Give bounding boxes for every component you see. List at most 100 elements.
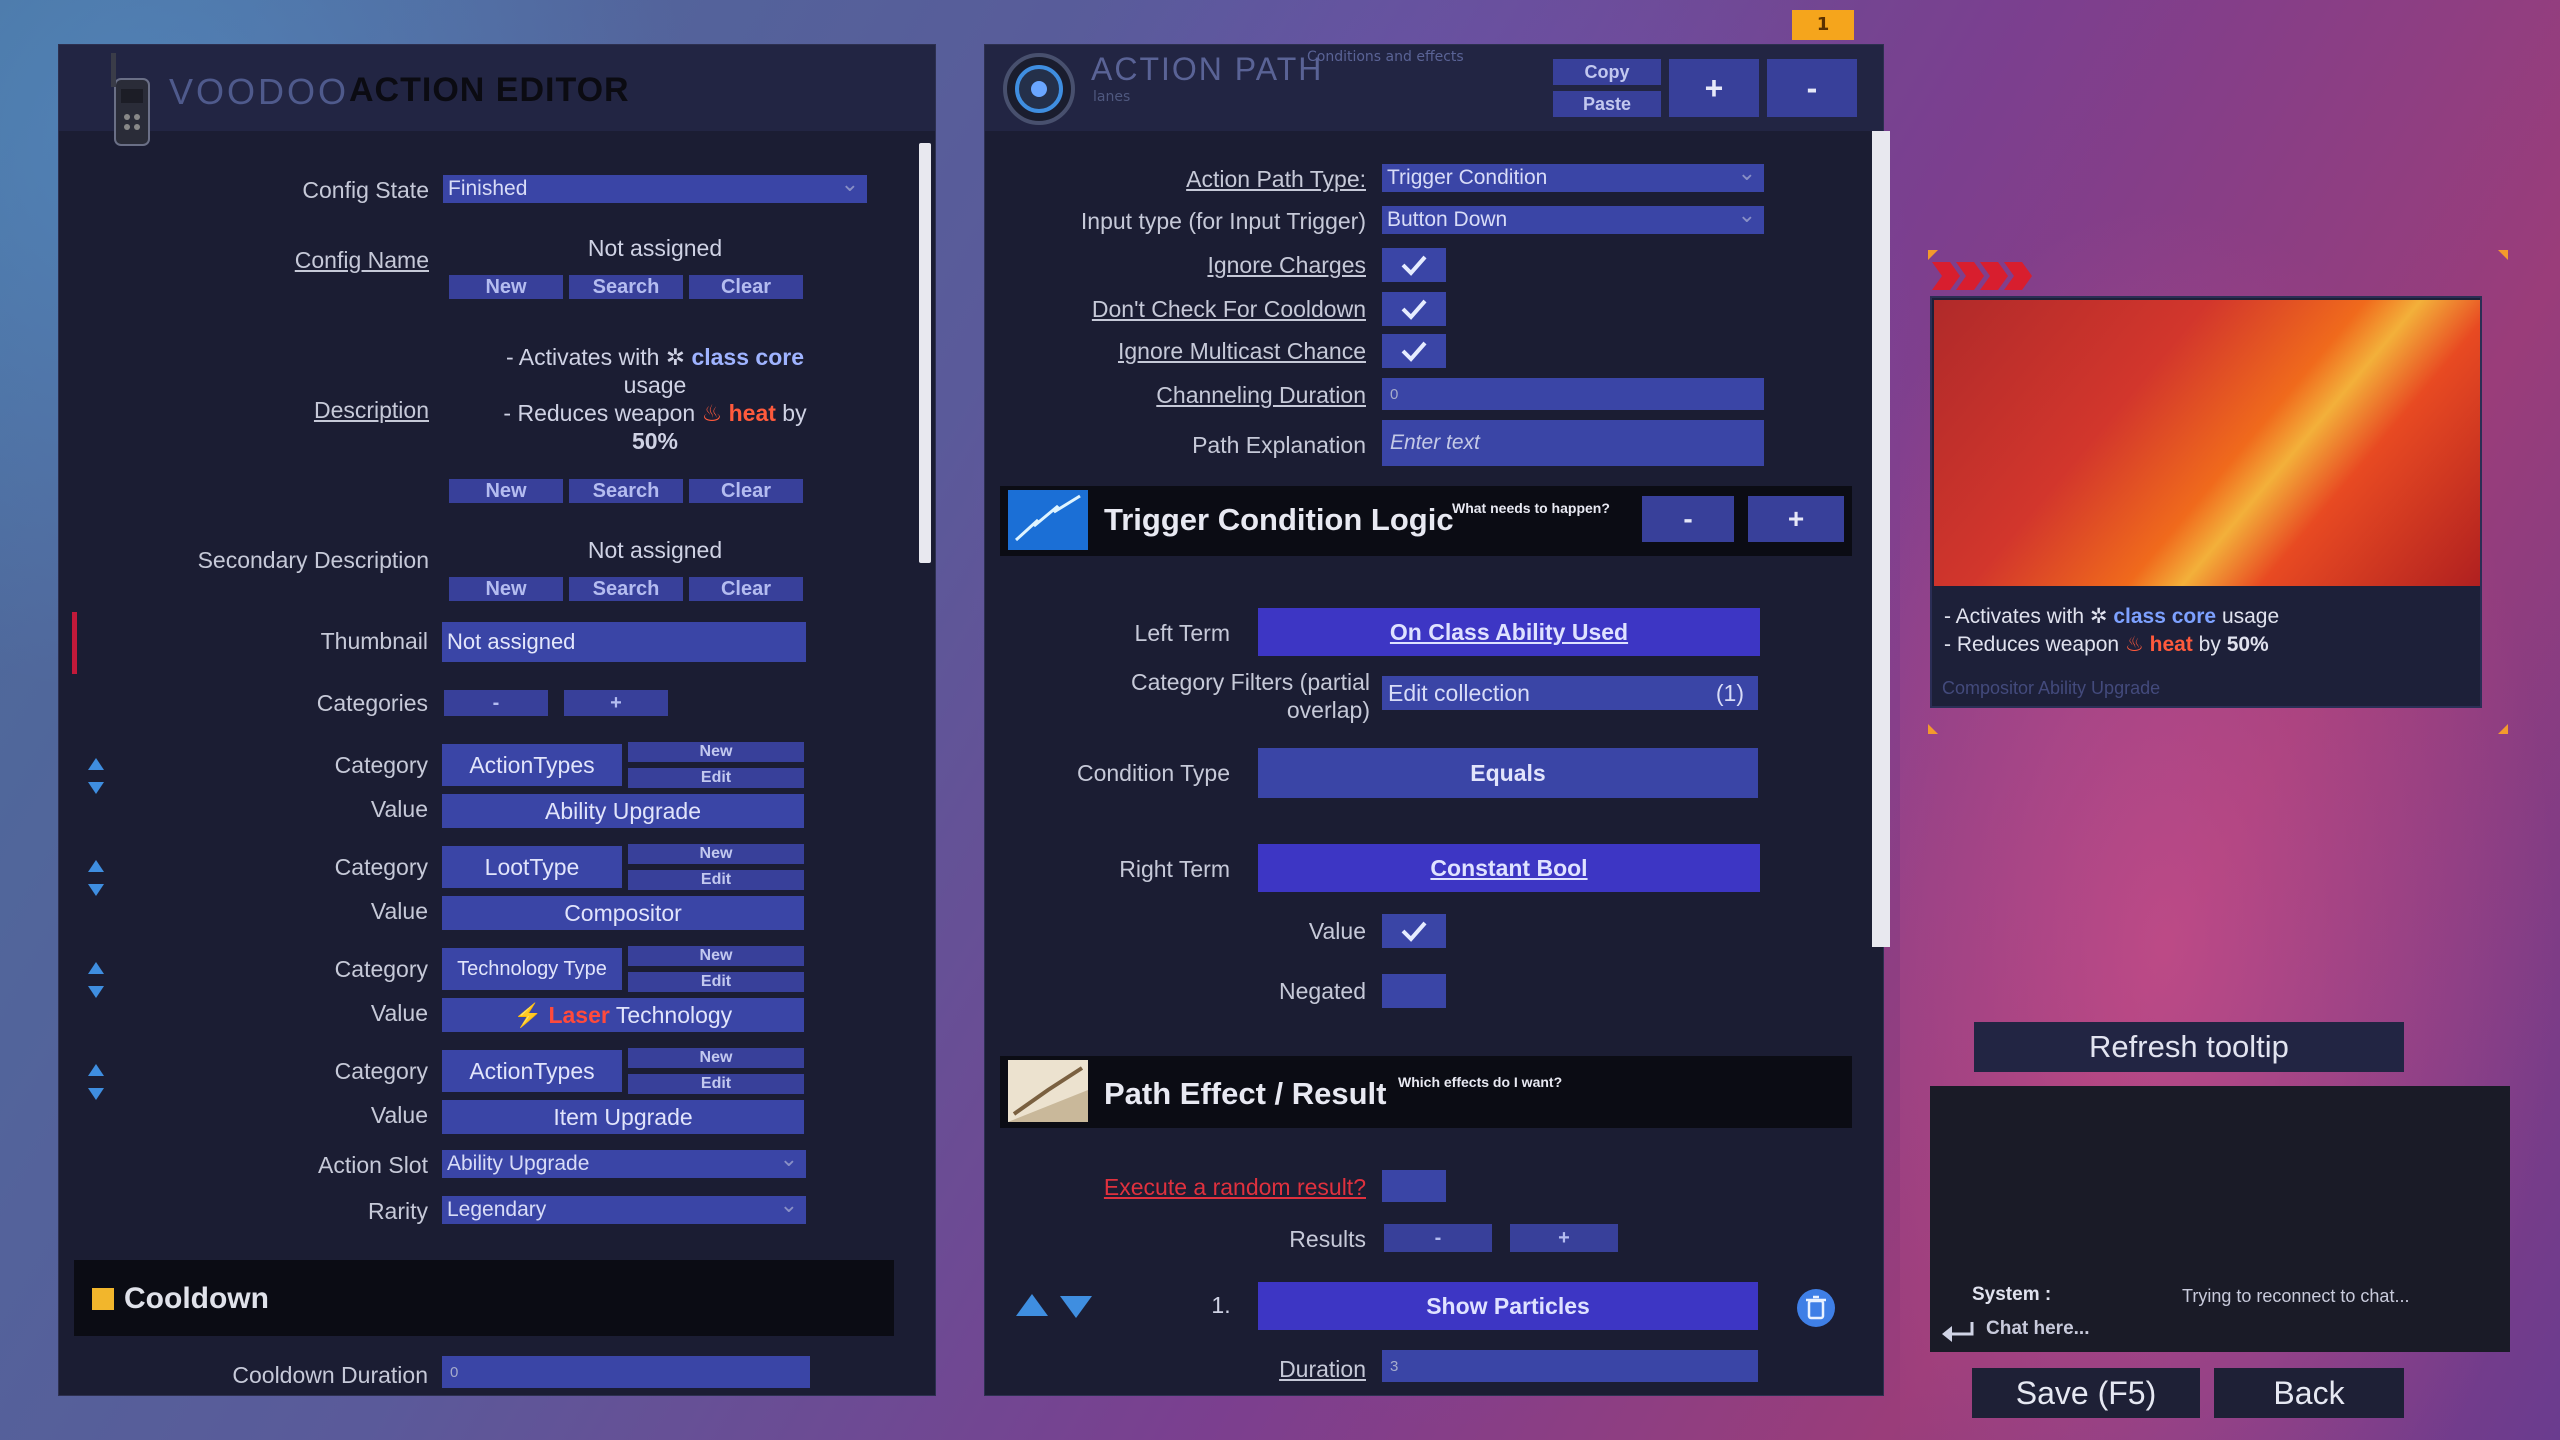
random-result-checkbox[interactable] (1382, 1170, 1446, 1202)
negated-label: Negated (1279, 978, 1366, 1004)
path-explanation-input[interactable]: Enter text (1382, 420, 1764, 466)
heat-icon: ♨ (701, 400, 723, 426)
action-slot-dropdown[interactable]: Ability Upgrade (442, 1146, 806, 1178)
category-filters-label-line1: Category Filters (partial (1130, 669, 1370, 695)
action-path-type-dropdown[interactable]: Trigger Condition (1382, 160, 1764, 192)
description-label[interactable]: Description (119, 397, 429, 424)
panel-title: ACTION EDITOR (349, 71, 630, 109)
action-path-type-label[interactable]: Action Path Type: (990, 166, 1366, 193)
ignore-multicast-checkbox[interactable] (1382, 334, 1446, 368)
category-edit-button[interactable]: Edit (628, 870, 804, 890)
description-new-button[interactable]: New (449, 479, 563, 503)
input-type-label: Input type (for Input Trigger) (1080, 208, 1366, 234)
category-value[interactable]: Item Upgrade (442, 1100, 804, 1134)
left-term-label: Left Term (1134, 620, 1230, 646)
ignore-charges-checkbox[interactable] (1382, 248, 1446, 282)
category-value[interactable]: Compositor (442, 896, 804, 930)
random-result-label[interactable]: Execute a random result? (990, 1174, 1366, 1201)
config-name-new-button[interactable]: New (449, 275, 563, 299)
radio-icon (111, 53, 150, 146)
secondary-search-button[interactable]: Search (569, 577, 683, 601)
checkmark-icon (1401, 255, 1427, 276)
save-button[interactable]: Save (F5) (1972, 1368, 2200, 1418)
ignore-multicast-label[interactable]: Ignore Multicast Chance (990, 338, 1366, 365)
config-name-search-button[interactable]: Search (569, 275, 683, 299)
input-type-dropdown[interactable]: Button Down (1382, 202, 1764, 234)
left-term-button[interactable]: On Class Ability Used (1258, 608, 1760, 656)
description-clear-button[interactable]: Clear (689, 479, 803, 503)
config-state-dropdown[interactable]: Finished (443, 171, 867, 203)
scrollbar[interactable] (1872, 131, 1890, 947)
lightning-icon (1008, 490, 1088, 550)
reorder-arrows-icon[interactable] (86, 858, 106, 898)
category-selector[interactable]: Technology Type (442, 948, 622, 990)
config-name-clear-button[interactable]: Clear (689, 275, 803, 299)
categories-add-button[interactable]: + (564, 690, 668, 716)
category-new-button[interactable]: New (628, 1048, 804, 1068)
action-slot-label: Action Slot (318, 1152, 428, 1178)
results-add-button[interactable]: + (1510, 1224, 1618, 1252)
condition-type-selector[interactable]: Equals (1258, 748, 1758, 798)
rarity-dropdown[interactable]: Legendary (442, 1192, 806, 1224)
category-selector[interactable]: ActionTypes (442, 744, 622, 786)
refresh-tooltip-button[interactable]: Refresh tooltip (1974, 1022, 2404, 1072)
category-new-button[interactable]: New (628, 844, 804, 864)
category-edit-button[interactable]: Edit (628, 972, 804, 992)
category-value[interactable]: Ability Upgrade (442, 794, 804, 828)
duration-label[interactable]: Duration (990, 1356, 1366, 1383)
thumbnail-label: Thumbnail (320, 628, 428, 654)
config-name-label[interactable]: Config Name (119, 247, 429, 274)
value-checkbox[interactable] (1382, 914, 1446, 948)
condition-type-label: Condition Type (1076, 760, 1230, 786)
category-new-button[interactable]: New (628, 946, 804, 966)
value-label: Value (370, 1102, 428, 1128)
dont-check-cooldown-checkbox[interactable] (1382, 292, 1446, 326)
right-term-button[interactable]: Constant Bool (1258, 844, 1760, 892)
add-path-button[interactable]: + (1669, 59, 1759, 117)
reorder-arrows-icon[interactable] (1016, 1292, 1092, 1320)
channeling-duration-input[interactable]: 0 (1382, 378, 1764, 410)
result-effect-button[interactable]: Show Particles (1258, 1282, 1758, 1330)
category-edit-button[interactable]: Edit (628, 768, 804, 788)
chat-input[interactable]: Chat here... (1986, 1318, 2089, 1340)
channeling-duration-label[interactable]: Channeling Duration (990, 382, 1366, 409)
right-term-label: Right Term (1119, 856, 1230, 882)
trigger-remove-button[interactable]: - (1642, 496, 1734, 542)
thumbnail-field[interactable]: Not assigned (442, 622, 806, 662)
cooldown-duration-input[interactable]: 0 (442, 1356, 810, 1388)
reorder-arrows-icon[interactable] (86, 960, 106, 1000)
paste-button[interactable]: Paste (1553, 91, 1661, 117)
duration-input[interactable]: 3 (1382, 1350, 1758, 1382)
category-value[interactable]: ⚡ Laser Technology (442, 998, 804, 1032)
trigger-add-button[interactable]: + (1748, 496, 1844, 542)
back-button[interactable]: Back (2214, 1368, 2404, 1418)
negated-checkbox[interactable] (1382, 974, 1446, 1008)
remove-path-button[interactable]: - (1767, 59, 1857, 117)
reorder-arrows-icon[interactable] (86, 1062, 106, 1102)
category-selector[interactable]: LootType (442, 846, 622, 888)
categories-remove-button[interactable]: - (444, 690, 548, 716)
category-edit-button[interactable]: Edit (628, 1074, 804, 1094)
category-selector[interactable]: ActionTypes (442, 1050, 622, 1092)
ignore-charges-label[interactable]: Ignore Charges (990, 252, 1366, 279)
tooltip-frame-bottom (1928, 724, 2508, 734)
trash-icon[interactable] (1796, 1288, 1836, 1328)
results-remove-button[interactable]: - (1384, 1224, 1492, 1252)
value-label: Value (370, 1000, 428, 1026)
category-filters-button[interactable]: Edit collection (1) (1382, 676, 1758, 710)
secondary-new-button[interactable]: New (449, 577, 563, 601)
notification-badge[interactable]: 1 (1792, 10, 1854, 40)
cooldown-section-header[interactable]: Cooldown (74, 1260, 894, 1336)
secondary-clear-button[interactable]: Clear (689, 577, 803, 601)
path-effect-title: Path Effect / Result (1104, 1076, 1387, 1111)
tooltip-keyword-core: class core (2113, 605, 2217, 628)
tooltip-image (1934, 300, 2480, 586)
dont-check-cooldown-label[interactable]: Don't Check For Cooldown (990, 296, 1366, 323)
description-search-button[interactable]: Search (569, 479, 683, 503)
category-new-button[interactable]: New (628, 742, 804, 762)
copy-button[interactable]: Copy (1553, 59, 1661, 85)
reorder-arrows-icon[interactable] (86, 756, 106, 796)
path-explanation-label: Path Explanation (1192, 432, 1366, 458)
scrollbar[interactable] (919, 143, 931, 563)
action-path-emblem-icon (1003, 53, 1075, 125)
